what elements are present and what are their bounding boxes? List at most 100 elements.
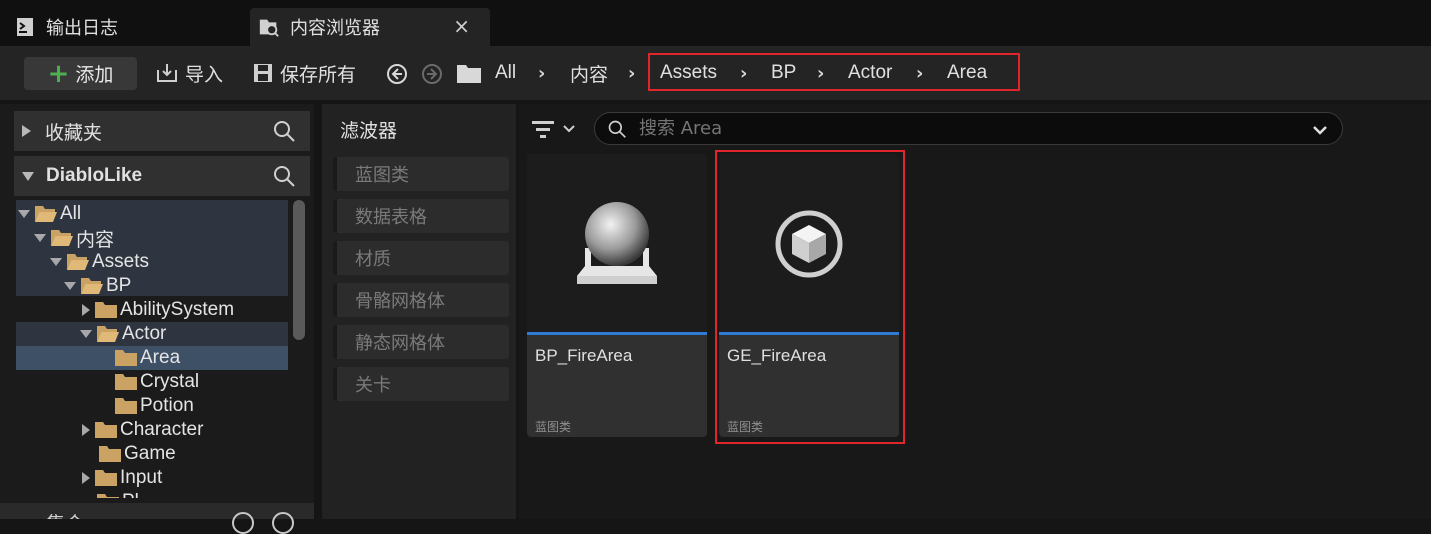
- expand-arrow-icon: [82, 304, 90, 316]
- sphere-on-pedestal-icon: [577, 202, 657, 284]
- folder-icon: [94, 469, 118, 487]
- tree-item-label: Assets: [92, 251, 150, 272]
- filter-level[interactable]: 关卡: [333, 367, 509, 401]
- search-icon[interactable]: [272, 164, 296, 193]
- tree-item-all[interactable]: All: [18, 202, 81, 226]
- breadcrumb-bp[interactable]: BP: [771, 59, 796, 87]
- folder-icon: [94, 301, 118, 319]
- asset-highlight: [715, 150, 905, 444]
- add-collection-icon[interactable]: [232, 512, 254, 534]
- back-icon[interactable]: [386, 63, 408, 89]
- filter-color-bar: [333, 157, 337, 191]
- tree-item-label: 内容: [76, 229, 115, 251]
- tab-content-browser[interactable]: 内容浏览器 ×: [250, 8, 490, 46]
- breadcrumb-separator[interactable]: ›: [916, 59, 923, 87]
- tree-item-label: All: [60, 203, 82, 224]
- toolbar: + 添加 导入 保存所有 All › 内容 › Assets › BP › Ac…: [0, 46, 1431, 100]
- filter-label: 关卡: [355, 375, 391, 396]
- forward-icon[interactable]: [421, 63, 443, 89]
- tree-item-potion[interactable]: Potion: [114, 394, 194, 418]
- project-label: DiabloLike: [46, 165, 143, 186]
- filter-blueprint-class[interactable]: 蓝图类: [333, 157, 509, 191]
- filter-static-mesh[interactable]: 静态网格体: [333, 325, 509, 359]
- save-all-label: 保存所有: [280, 63, 357, 86]
- folder-icon: [114, 397, 138, 415]
- tree-item-character[interactable]: Character: [80, 418, 203, 442]
- save-all-button[interactable]: 保存所有: [252, 59, 356, 87]
- tree-item-label: Input: [120, 467, 163, 488]
- tree-item-assets[interactable]: Assets: [50, 250, 149, 274]
- expand-arrow-icon: [22, 125, 31, 137]
- filter-color-bar: [333, 325, 337, 359]
- folder-icon: [456, 63, 482, 88]
- tree-item-area[interactable]: Area: [114, 346, 180, 370]
- import-button[interactable]: 导入: [155, 59, 223, 87]
- folder-icon: [94, 421, 118, 439]
- breadcrumb-all[interactable]: All: [495, 59, 516, 87]
- filter-label: 材质: [355, 249, 391, 270]
- asset-type-color-bar: [527, 332, 707, 335]
- breadcrumb-separator[interactable]: ›: [538, 59, 545, 87]
- collapse-arrow-icon: [80, 330, 92, 338]
- tree-item-bp[interactable]: BP: [64, 274, 131, 298]
- open-folder-icon: [96, 325, 120, 343]
- tree-item-game[interactable]: Game: [98, 442, 176, 466]
- breadcrumb-content[interactable]: 内容: [570, 59, 608, 87]
- tree-item-actor[interactable]: Actor: [80, 322, 166, 346]
- filter-color-bar: [333, 199, 337, 233]
- tab-output-log[interactable]: 输出日志: [0, 8, 240, 46]
- collections-header[interactable]: 集合: [0, 503, 314, 534]
- search-icon[interactable]: [272, 119, 296, 148]
- filter-color-bar: [333, 367, 337, 401]
- breadcrumb-separator[interactable]: ›: [817, 59, 824, 87]
- tree-item-input[interactable]: Input: [80, 466, 162, 490]
- collapse-arrow-icon: [50, 258, 62, 266]
- asset-tile-bp-firearea[interactable]: BP_FireArea 蓝图类: [527, 154, 707, 437]
- asset-type: 蓝图类: [535, 420, 572, 434]
- tree-item-clipped[interactable]: Pl: [96, 490, 288, 498]
- filter-color-bar: [333, 283, 337, 317]
- breadcrumb-actor[interactable]: Actor: [848, 59, 892, 87]
- tree-item-label: BP: [106, 275, 132, 296]
- search-input[interactable]: [637, 117, 1281, 140]
- tree-item-content[interactable]: 内容: [34, 226, 115, 251]
- tree-item-label: Character: [120, 419, 204, 440]
- collapse-arrow-icon: [22, 171, 34, 181]
- project-header[interactable]: DiabloLike: [14, 156, 310, 196]
- breadcrumb-separator[interactable]: ›: [740, 59, 747, 87]
- tree-item-label: Actor: [122, 323, 167, 344]
- add-button[interactable]: + 添加: [24, 57, 137, 90]
- add-label: 添加: [75, 64, 114, 86]
- breadcrumb-assets[interactable]: Assets: [660, 59, 717, 87]
- expand-arrow-icon: [82, 472, 90, 484]
- search-icon: [607, 119, 627, 139]
- open-folder-icon: [66, 253, 90, 271]
- filter-color-bar: [333, 241, 337, 275]
- tree-scrollbar[interactable]: [293, 200, 305, 340]
- filter-label: 数据表格: [355, 207, 427, 228]
- expand-arrow-icon: [82, 424, 90, 436]
- close-icon[interactable]: ×: [453, 14, 470, 38]
- filter-label: 蓝图类: [355, 165, 409, 186]
- filter-skeletal-mesh[interactable]: 骨骼网格体: [333, 283, 509, 317]
- tree-item-label: Crystal: [140, 371, 200, 392]
- output-log-icon: [14, 16, 36, 38]
- asset-thumbnail: [527, 154, 707, 332]
- tree-item-crystal[interactable]: Crystal: [114, 370, 199, 394]
- chevron-down-icon[interactable]: [1312, 121, 1328, 140]
- filter-menu-icon[interactable]: [532, 119, 580, 143]
- filter-data-table[interactable]: 数据表格: [333, 199, 509, 233]
- favorites-label: 收藏夹: [45, 121, 103, 144]
- save-icon: [252, 62, 274, 84]
- filter-material[interactable]: 材质: [333, 241, 509, 275]
- content-browser-icon: [258, 16, 280, 38]
- search-icon[interactable]: [272, 512, 294, 534]
- plus-icon: +: [47, 58, 70, 89]
- collapse-arrow-icon: [34, 234, 46, 242]
- tree-item-abilitysystem[interactable]: AbilitySystem: [80, 298, 234, 322]
- asset-search-box[interactable]: [594, 112, 1343, 145]
- breadcrumb-separator[interactable]: ›: [628, 59, 635, 87]
- favorites-header[interactable]: 收藏夹: [14, 111, 310, 151]
- breadcrumb-area[interactable]: Area: [947, 59, 987, 87]
- filter-label: 骨骼网格体: [355, 291, 445, 312]
